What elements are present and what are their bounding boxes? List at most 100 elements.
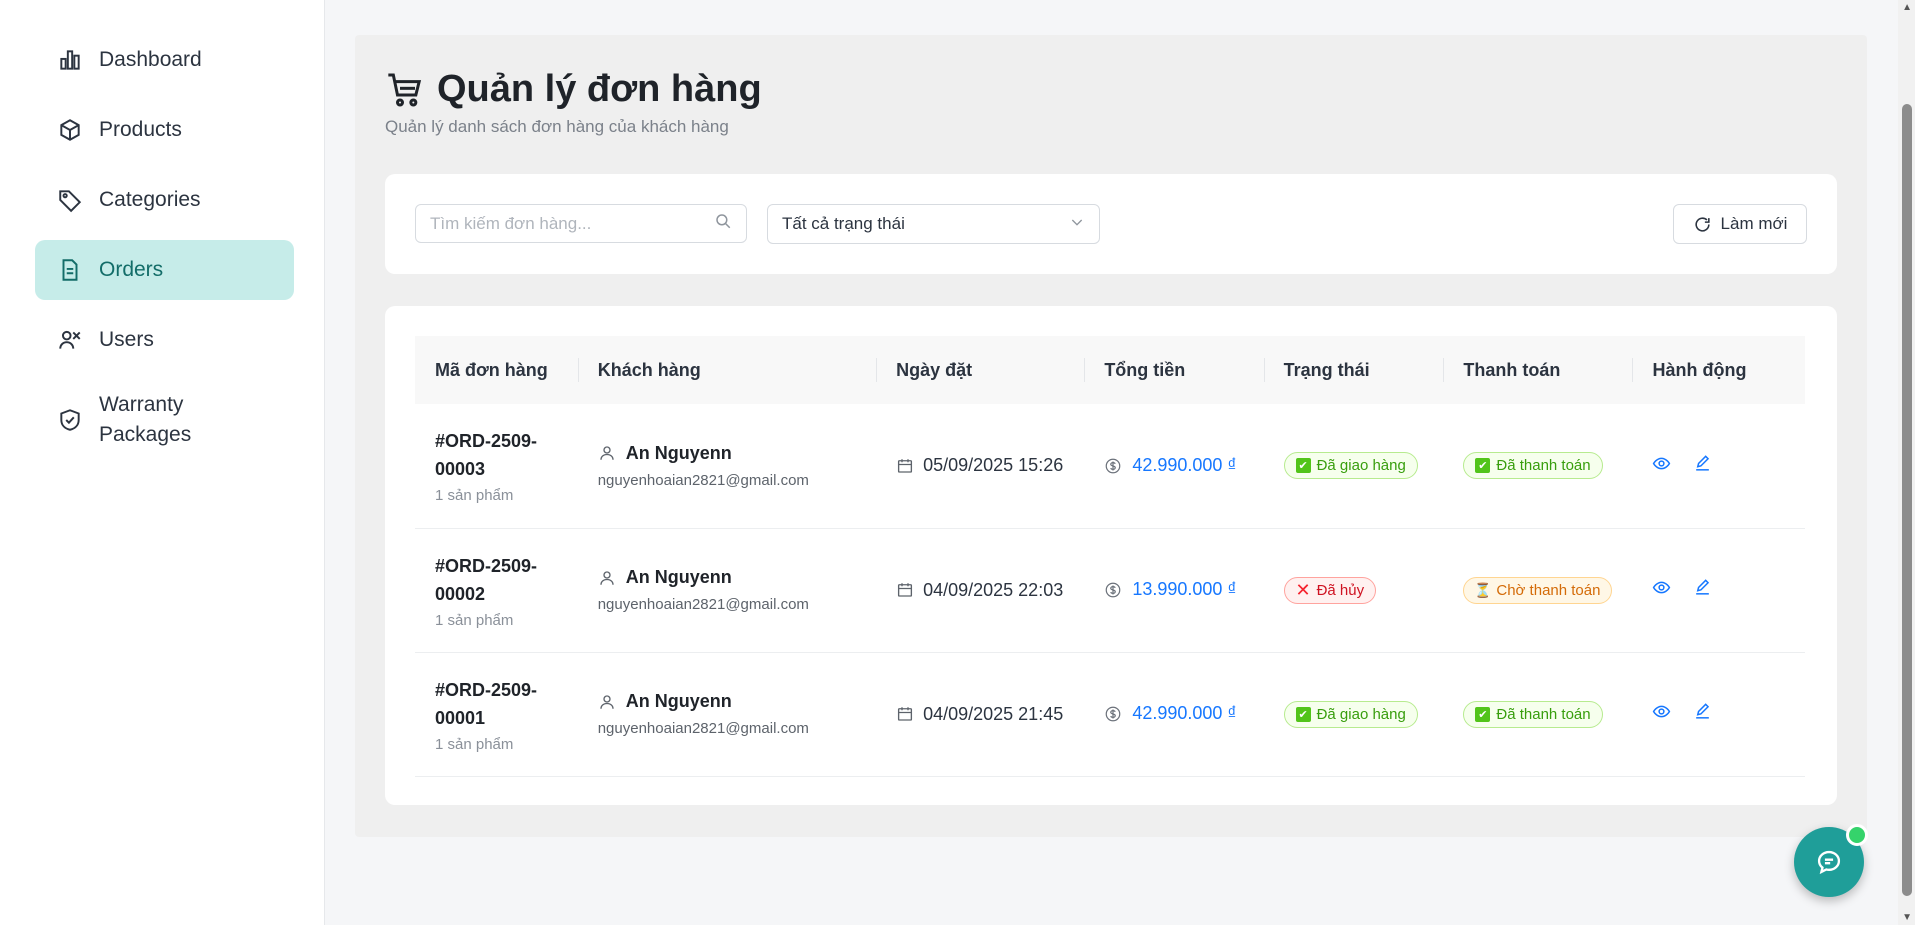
dollar-circle-icon <box>1105 458 1121 474</box>
orders-table-card: Mã đơn hàng Khách hàng Ngày đặt Tổng tiề… <box>385 306 1837 805</box>
tag-icon <box>57 187 83 213</box>
scroll-down-icon[interactable]: ▼ <box>1902 912 1912 923</box>
online-indicator <box>1846 824 1868 846</box>
box-icon <box>57 117 83 143</box>
column-header: Mã đơn hàng <box>435 359 548 380</box>
sidebar: Dashboard Products Categories Orders Use… <box>0 0 325 925</box>
search-box[interactable] <box>415 204 747 243</box>
page-title-text: Quản lý đơn hàng <box>437 68 762 110</box>
column-header: Thanh toán <box>1443 336 1632 404</box>
scroll-thumb[interactable] <box>1902 104 1912 896</box>
edit-icon[interactable] <box>1693 454 1712 478</box>
calendar-icon <box>898 707 913 721</box>
sidebar-item-dashboard[interactable]: Dashboard <box>35 30 294 90</box>
sidebar-item-label: Warranty Packages <box>99 393 192 446</box>
edit-icon[interactable] <box>1693 578 1712 602</box>
dollar-circle-icon <box>1105 706 1121 722</box>
sidebar-item-label: Categories <box>99 188 201 211</box>
shopping-cart-icon <box>385 70 425 110</box>
sidebar-item-users[interactable]: Users <box>35 310 294 370</box>
page-subtitle: Quản lý danh sách đơn hàng của khách hàn… <box>385 117 729 136</box>
order-item-count: 1 sản phẩm <box>435 487 514 505</box>
user-icon <box>600 694 614 709</box>
check-square-icon: ✔ <box>1475 706 1491 722</box>
order-item-count: 1 sản phẩm <box>435 611 514 629</box>
payment-badge: ✔ Đã thanh toán <box>1463 452 1603 480</box>
check-square-icon: ✔ <box>1295 706 1311 722</box>
column-header: Hành động <box>1632 336 1805 404</box>
sidebar-item-categories[interactable]: Categories <box>35 170 294 230</box>
user-icon <box>600 446 614 461</box>
sidebar-item-warranty-packages[interactable]: Warranty Packages <box>35 380 294 460</box>
check-square-icon: ✔ <box>1475 458 1491 474</box>
order-date: 05/09/2025 15:26 <box>896 455 1064 476</box>
sidebar-item-label: Orders <box>99 258 164 281</box>
column-header: Khách hàng <box>577 336 876 404</box>
table-header-row: Mã đơn hàng Khách hàng Ngày đặt Tổng tiề… <box>415 336 1805 404</box>
table-row[interactable]: #ORD-2509- 00001 1 sản phẩm An Nguyenn ng… <box>415 652 1805 776</box>
customer-name: An Nguyenn <box>598 567 856 588</box>
status-badge: ✕ Đã hủy <box>1283 576 1377 604</box>
scrollbar[interactable]: ▲ ▼ <box>1898 0 1915 925</box>
status-filter-value: Tất cả trạng thái <box>782 214 905 233</box>
column-header: Ngày đặt <box>876 336 1084 404</box>
calendar-icon <box>898 459 913 473</box>
search-input[interactable] <box>430 213 714 234</box>
payment-badge: ⏳ Chờ thanh toán <box>1463 576 1613 604</box>
sidebar-item-label: Dashboard <box>99 48 202 71</box>
row-actions <box>1652 702 1785 726</box>
table-row[interactable]: #ORD-2509- 00003 1 sản phẩm An Nguyenn ng… <box>415 404 1805 528</box>
user-icon <box>600 570 614 585</box>
scroll-up-icon[interactable]: ▲ <box>1902 2 1912 13</box>
edit-icon[interactable] <box>1693 702 1712 726</box>
users-icon <box>57 327 83 353</box>
sidebar-item-label: Users <box>99 328 154 351</box>
refresh-icon <box>1694 216 1710 232</box>
chevron-down-icon <box>1069 214 1085 235</box>
view-icon[interactable] <box>1652 702 1671 726</box>
customer-name: An Nguyenn <box>598 443 856 464</box>
document-icon <box>57 257 83 283</box>
refresh-button-label: Làm mới <box>1720 214 1788 233</box>
status-filter-select[interactable]: Tất cả trạng thái <box>767 204 1100 244</box>
customer-email: nguyenhoaian2821@gmail.com <box>597 596 809 613</box>
chat-bubble-icon <box>1817 850 1841 875</box>
order-date: 04/09/2025 22:03 <box>896 580 1064 601</box>
order-id: #ORD-2509- 00001 <box>435 679 538 728</box>
check-square-icon: ✔ <box>1295 458 1311 474</box>
customer-email: nguyenhoaian2821@gmail.com <box>597 471 809 489</box>
hourglass-icon: ⏳ <box>1474 581 1492 598</box>
dollar-circle-icon <box>1105 582 1121 598</box>
filter-bar: Tất cả trạng thái Làm mới <box>385 174 1837 274</box>
sidebar-item-orders[interactable]: Orders <box>35 240 294 300</box>
cross-icon: ✕ <box>1295 579 1311 600</box>
sidebar-item-products[interactable]: Products <box>35 100 294 160</box>
refresh-button[interactable]: Làm mới <box>1673 204 1807 244</box>
order-total: 42.990.000 ₫ <box>1104 703 1243 725</box>
view-icon[interactable] <box>1652 454 1671 478</box>
status-badge: ✔ Đã giao hàng <box>1283 700 1418 728</box>
main-content: Quản lý đơn hàng Quản lý danh sách đơn h… <box>355 35 1867 837</box>
column-header: Trạng thái <box>1263 336 1444 404</box>
payment-badge: ✔ Đã thanh toán <box>1463 700 1603 728</box>
order-id: #ORD-2509- 00003 <box>435 431 538 480</box>
search-icon[interactable] <box>714 212 732 235</box>
orders-table: Mã đơn hàng Khách hàng Ngày đặt Tổng tiề… <box>415 336 1805 777</box>
calendar-icon <box>898 583 913 597</box>
customer-name: An Nguyenn <box>598 691 856 712</box>
order-total: 13.990.000 ₫ <box>1104 579 1243 601</box>
row-actions <box>1652 454 1785 478</box>
order-id: #ORD-2509- 00002 <box>435 555 538 604</box>
order-total: 42.990.000 ₫ <box>1104 455 1243 477</box>
row-actions <box>1652 578 1785 602</box>
order-item-count: 1 sản phẩm <box>435 735 514 753</box>
shield-check-icon <box>57 407 83 433</box>
sidebar-item-label: Products <box>99 118 182 141</box>
column-header: Tổng tiền <box>1084 336 1263 404</box>
customer-email: nguyenhoaian2821@gmail.com <box>597 720 809 737</box>
page-header: Quản lý đơn hàng Quản lý danh sách đơn h… <box>385 68 762 137</box>
status-badge: ✔ Đã giao hàng <box>1283 452 1418 480</box>
view-icon[interactable] <box>1652 578 1671 602</box>
order-date: 04/09/2025 21:45 <box>896 704 1064 725</box>
table-row[interactable]: #ORD-2509- 00002 1 sản phẩm An Nguyenn ng… <box>415 528 1805 652</box>
